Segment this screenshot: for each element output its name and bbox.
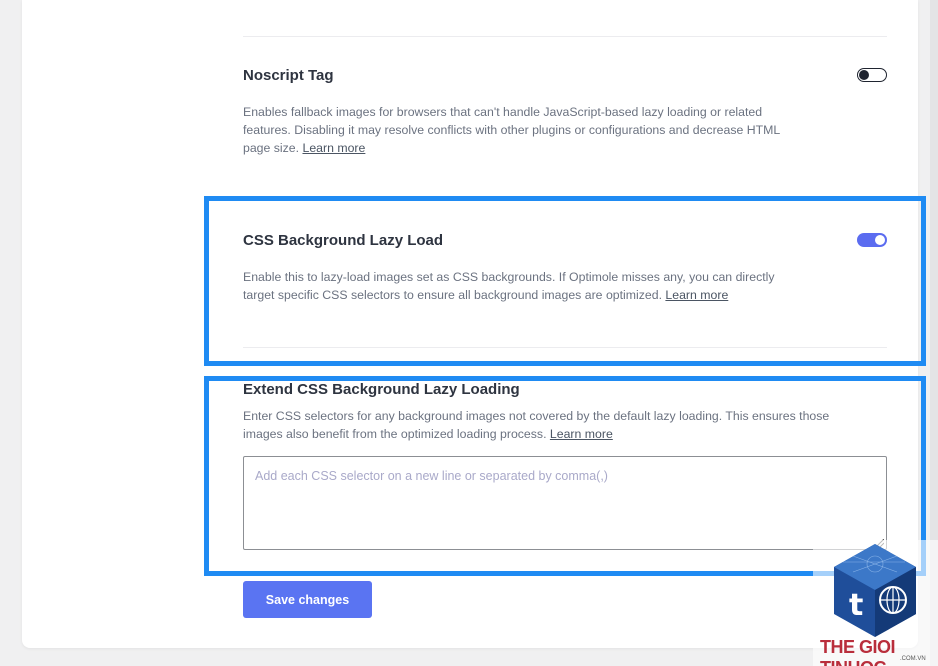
noscript-learn-more-link[interactable]: Learn more [302, 141, 365, 155]
highlight-box-css-bg [204, 196, 926, 366]
toggle-knob [859, 69, 869, 80]
save-changes-button[interactable]: Save changes [243, 581, 372, 618]
divider [243, 36, 887, 37]
noscript-description: Enables fallback images for browsers tha… [243, 105, 781, 155]
noscript-title: Noscript Tag [243, 67, 334, 84]
svg-text:t: t [849, 588, 863, 623]
watermark-domain-text: .COM.VN [900, 656, 926, 662]
noscript-toggle[interactable] [857, 68, 887, 82]
